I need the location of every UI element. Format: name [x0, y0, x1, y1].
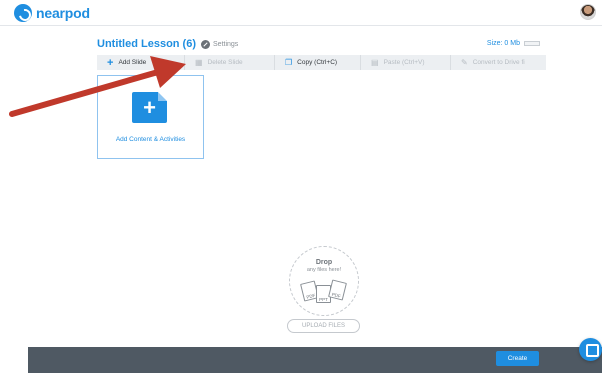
- upload-files-button[interactable]: UPLOAD FILES: [287, 319, 360, 333]
- bottom-bar: Create: [28, 347, 602, 373]
- plus-icon: +: [107, 56, 114, 69]
- add-content-label: Add Content & Activities: [115, 136, 186, 143]
- pdf-file-icon: PDF: [328, 279, 347, 301]
- pencil-icon: ✎: [461, 58, 468, 67]
- convert-label: Convert to Drive fi: [472, 59, 525, 66]
- delete-slide-button[interactable]: ▦ Delete Slide: [185, 55, 275, 70]
- lesson-size: Size: 0 Mb: [487, 40, 540, 47]
- nearpod-logo-icon: [14, 4, 32, 22]
- logo-text: nearpod: [36, 5, 90, 21]
- drop-subtitle: any files here!: [306, 267, 342, 273]
- paste-label: Paste (Ctrl+V): [383, 59, 425, 66]
- add-content-card[interactable]: + Add Content & Activities: [97, 75, 204, 159]
- delete-slide-label: Delete Slide: [207, 59, 243, 66]
- file-types-illustration: PDF PPT PDF: [300, 278, 348, 304]
- paste-button[interactable]: ▤ Paste (Ctrl+V): [361, 55, 451, 70]
- settings-icon[interactable]: [201, 39, 211, 49]
- copy-label: Copy (Ctrl+C): [297, 59, 338, 66]
- trash-icon: ▦: [195, 58, 203, 67]
- chat-icon[interactable]: [579, 338, 602, 361]
- create-button[interactable]: Create: [496, 351, 539, 366]
- top-header: nearpod: [0, 0, 602, 26]
- copy-button[interactable]: ❐ Copy (Ctrl+C): [275, 55, 361, 70]
- lesson-title[interactable]: Untitled Lesson (6): [97, 38, 196, 50]
- nearpod-logo[interactable]: nearpod: [14, 4, 90, 22]
- add-slide-label: Add Slide: [118, 59, 147, 66]
- add-slide-button[interactable]: + Add Slide: [97, 55, 185, 70]
- convert-button[interactable]: ✎ Convert to Drive fi: [451, 55, 546, 70]
- copy-icon: ❐: [285, 58, 293, 67]
- drop-title: Drop: [315, 259, 333, 266]
- user-avatar[interactable]: [580, 4, 596, 20]
- plus-icon: +: [143, 95, 156, 120]
- size-bar: [524, 41, 540, 46]
- paste-icon: ▤: [371, 58, 379, 67]
- add-content-icon: +: [132, 92, 167, 123]
- file-drop-zone[interactable]: Drop any files here! PDF PPT PDF: [289, 246, 359, 316]
- lesson-title-row: Untitled Lesson (6) Settings: [97, 38, 238, 50]
- slide-toolbar: + Add Slide ▦ Delete Slide ❐ Copy (Ctrl+…: [97, 55, 546, 70]
- nearpod-lesson-editor: nearpod Untitled Lesson (6) Settings Siz…: [0, 0, 602, 373]
- settings-link[interactable]: Settings: [213, 41, 238, 48]
- size-label: Size: 0 Mb: [486, 40, 520, 47]
